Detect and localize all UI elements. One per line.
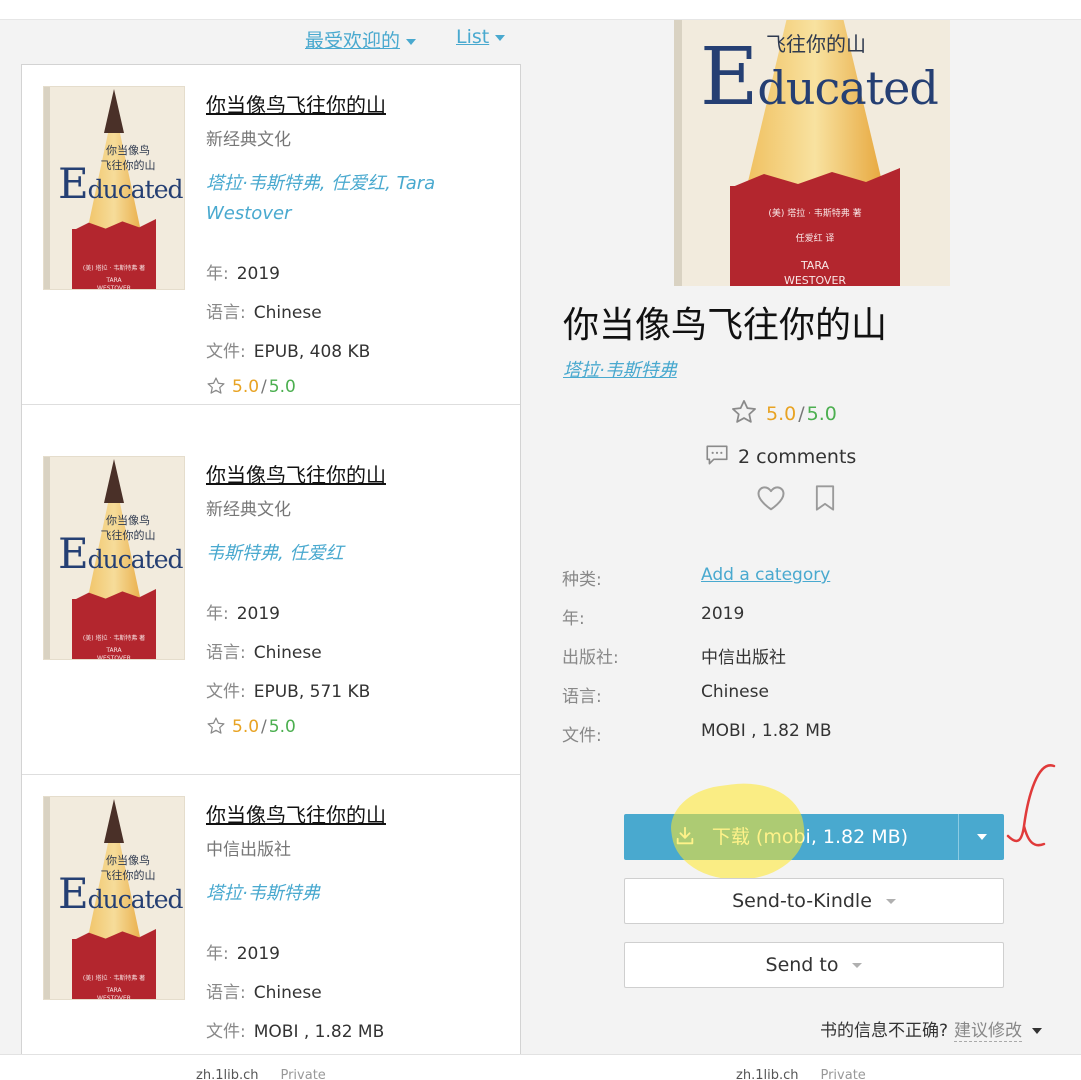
book-cover[interactable]: 你当像鸟 飞往你的山 Educated (美) 塔拉 · 韦斯特弗 著 TARA WE… bbox=[44, 797, 184, 999]
book-publisher: 新经典文化 bbox=[206, 130, 291, 150]
language-value: Chinese bbox=[701, 682, 769, 702]
book-rating: 5.0/5.0 bbox=[206, 716, 296, 737]
book-authors-link[interactable]: 韦斯特弗, 任爱红 bbox=[206, 539, 466, 569]
cover-spine bbox=[44, 457, 50, 659]
view-mode-dropdown[interactable]: List bbox=[456, 26, 506, 48]
book-language: 语言: Chinese bbox=[206, 983, 322, 1003]
book-rating: 5.0/5.0 bbox=[206, 376, 296, 397]
book-authors-link[interactable]: 塔拉·韦斯特弗 bbox=[206, 879, 466, 909]
book-year: 年: 2019 bbox=[206, 264, 280, 284]
cover-pencil-tip bbox=[104, 799, 124, 843]
book-list-item[interactable]: 你当像鸟 飞往你的山 Educated (美) 塔拉 · 韦斯特弗 著 TARA WE… bbox=[22, 435, 520, 775]
chevron-down-icon bbox=[852, 963, 863, 968]
book-title-link[interactable]: 你当像鸟飞往你的山 bbox=[206, 459, 386, 488]
book-language: 语言: Chinese bbox=[206, 303, 322, 323]
book-title-link[interactable]: 你当像鸟飞往你的山 bbox=[206, 89, 386, 118]
file-value: MOBI , 1.82 MB bbox=[701, 721, 832, 741]
book-publisher: 中信出版社 bbox=[206, 840, 291, 860]
book-year: 年: 2019 bbox=[206, 604, 280, 624]
star-icon bbox=[207, 377, 225, 394]
book-year: 年: 2019 bbox=[206, 944, 280, 964]
footer-left: zh.1lib.ch Private bbox=[196, 1068, 326, 1080]
star-icon bbox=[207, 717, 225, 734]
download-main[interactable]: 下载 (mobi, 1.82 MB) bbox=[624, 814, 958, 860]
footer-bar bbox=[0, 1054, 1081, 1080]
cover-en-title: Educated bbox=[58, 529, 184, 578]
publisher-value: 中信出版社 bbox=[701, 648, 786, 668]
cover-pencil-tip bbox=[104, 89, 124, 133]
book-file: 文件: EPUB, 571 KB bbox=[206, 682, 371, 702]
cover-author: (美) 塔拉 · 韦斯特弗 著 TARA WESTOVER bbox=[82, 635, 146, 659]
year-label: 年: bbox=[562, 609, 585, 629]
publisher-label: 出版社: bbox=[562, 648, 619, 668]
star-icon bbox=[732, 400, 756, 423]
cover-en-title: Educated bbox=[700, 30, 939, 123]
cover-spine bbox=[674, 20, 682, 286]
comments-link[interactable]: 2 comments bbox=[704, 442, 856, 468]
suggest-edit-link[interactable]: 建议修改 bbox=[954, 1021, 1023, 1042]
cover-spine bbox=[44, 797, 50, 999]
detail-title: 你当像鸟飞往你的山 bbox=[563, 305, 888, 346]
detail-rating[interactable]: 5.0/5.0 bbox=[730, 398, 837, 426]
add-category-link[interactable]: Add a category bbox=[701, 565, 830, 585]
book-file: 文件: MOBI , 1.82 MB bbox=[206, 1022, 385, 1042]
send-to-button[interactable]: Send to bbox=[624, 942, 1004, 988]
sort-popular-dropdown[interactable]: 最受欢迎的 bbox=[305, 26, 417, 53]
book-authors-link[interactable]: 塔拉·韦斯特弗, 任爱红, Tara Westover bbox=[206, 169, 466, 229]
footer-right: zh.1lib.ch Private bbox=[736, 1068, 866, 1080]
book-file: 文件: EPUB, 408 KB bbox=[206, 342, 371, 362]
chevron-down-icon bbox=[495, 34, 506, 41]
bookmark-icon[interactable] bbox=[812, 484, 838, 512]
cover-author: (美) 塔拉 · 韦斯特弗 著 TARA WESTOVER bbox=[82, 975, 146, 999]
file-label: 文件: bbox=[562, 726, 602, 746]
book-language: 语言: Chinese bbox=[206, 643, 322, 663]
chevron-down-icon bbox=[406, 38, 417, 45]
book-cover[interactable]: 你当像鸟 飞往你的山 Educated (美) 塔拉 · 韦斯特弗 著 TARA WE… bbox=[44, 87, 184, 289]
language-label: 语言: bbox=[562, 687, 602, 707]
book-list-item[interactable]: 你当像鸟 飞往你的山 Educated (美) 塔拉 · 韦斯特弗 著 TARA WE… bbox=[22, 65, 520, 405]
cover-author: (美) 塔拉 · 韦斯特弗 著任爱红 译 TARA WESTOVER bbox=[768, 209, 862, 286]
download-button[interactable]: 下载 (mobi, 1.82 MB) bbox=[624, 814, 1004, 860]
book-cover[interactable]: 你当像鸟 飞往你的山 Educated (美) 塔拉 · 韦斯特弗 著 TARA WE… bbox=[44, 457, 184, 659]
chevron-down-icon[interactable] bbox=[1032, 1028, 1043, 1034]
incorrect-info-bar: 书的信息不正确? 建议修改 bbox=[820, 1016, 1043, 1042]
cover-author: (美) 塔拉 · 韦斯特弗 著 TARA WESTOVER bbox=[82, 265, 146, 289]
cover-en-title: Educated bbox=[58, 869, 184, 918]
top-strip bbox=[0, 0, 1081, 20]
book-list-item[interactable]: 你当像鸟 飞往你的山 Educated (美) 塔拉 · 韦斯特弗 著 TARA WE… bbox=[22, 775, 520, 1063]
download-options-toggle[interactable] bbox=[958, 814, 1004, 860]
send-to-kindle-button[interactable]: Send-to-Kindle bbox=[624, 878, 1004, 924]
comment-icon bbox=[706, 445, 728, 465]
cover-spine bbox=[44, 87, 50, 289]
heart-icon[interactable] bbox=[756, 484, 786, 512]
chevron-down-icon bbox=[885, 899, 896, 904]
download-icon bbox=[676, 826, 694, 845]
incorrect-info-text: 书的信息不正确? bbox=[820, 1021, 949, 1041]
chevron-down-icon bbox=[977, 834, 987, 840]
year-value: 2019 bbox=[701, 604, 745, 624]
book-publisher: 新经典文化 bbox=[206, 500, 291, 520]
sort-popular-label: 最受欢迎的 bbox=[305, 30, 401, 52]
download-label: 下载 (mobi, 1.82 MB) bbox=[711, 826, 909, 848]
book-title-link[interactable]: 你当像鸟飞往你的山 bbox=[206, 799, 386, 828]
detail-author-link[interactable]: 塔拉·韦斯特弗 bbox=[563, 356, 677, 382]
view-mode-label: List bbox=[456, 26, 490, 48]
detail-book-cover: 飞往你的山 Educated (美) 塔拉 · 韦斯特弗 著任爱红 译 TARA… bbox=[674, 20, 950, 286]
category-label: 种类: bbox=[562, 570, 602, 590]
book-list: 你当像鸟 飞往你的山 Educated (美) 塔拉 · 韦斯特弗 著 TARA WE… bbox=[21, 64, 521, 1064]
cover-pencil-tip bbox=[104, 459, 124, 503]
cover-en-title: Educated bbox=[58, 159, 184, 208]
